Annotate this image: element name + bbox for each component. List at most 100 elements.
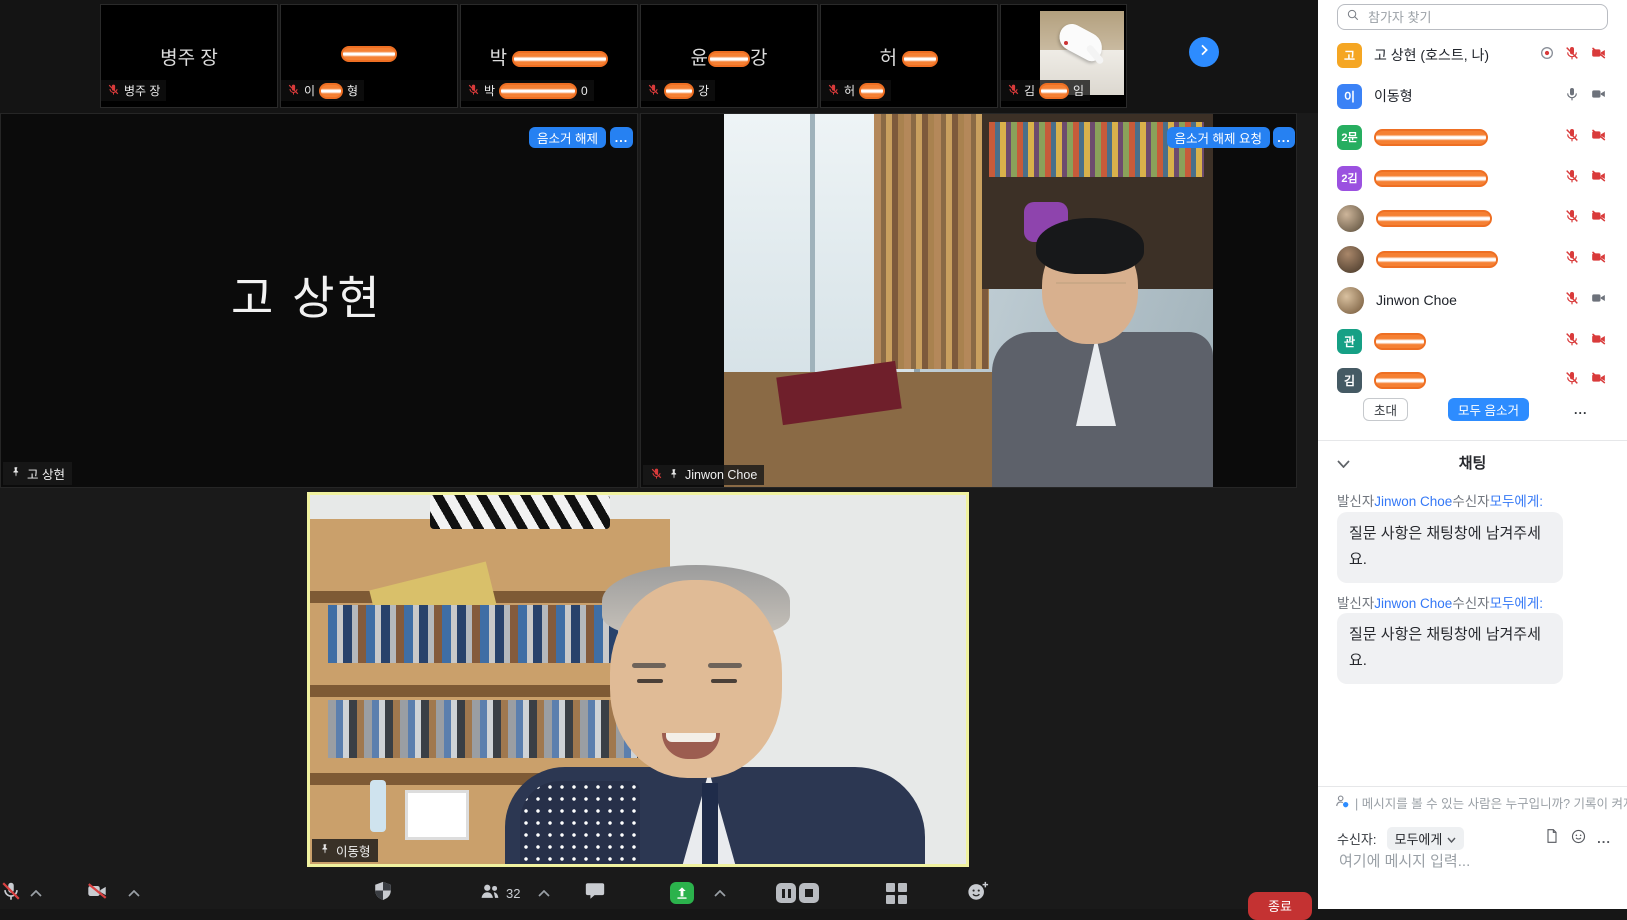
video-tile-jinwon[interactable]: 음소거 해제 요청 ... Jinwon Choe [640, 113, 1297, 488]
thumbnail-tile[interactable]: 박 박 0 [460, 4, 638, 108]
participant-row[interactable]: 이 이동형 [1337, 83, 1608, 109]
mic-options-caret[interactable] [30, 890, 42, 897]
chat-message-bubble: 질문 사항은 채팅창에 남겨주세요. [1337, 512, 1563, 583]
participants-count: 32 [506, 886, 520, 901]
chat-bubble-icon [584, 880, 606, 907]
recipient-label: 수신자: [1337, 829, 1377, 848]
participant-row[interactable]: 김 [1337, 367, 1608, 393]
participant-row[interactable]: 고 고 상현 (호스트, 나) [1337, 42, 1608, 68]
participant-name-label: 병주 장 [101, 80, 166, 101]
chat-button[interactable] [584, 880, 606, 907]
camera-off-icon [1589, 168, 1608, 189]
shield-icon [372, 880, 394, 907]
participant-row[interactable]: Jinwon Choe [1337, 287, 1608, 313]
redacted-name [1376, 210, 1492, 227]
share-options-caret[interactable] [714, 890, 726, 897]
pin-icon [319, 843, 331, 858]
participants-caret[interactable] [538, 890, 550, 897]
participants-button[interactable]: 32 [478, 880, 520, 907]
participants-icon [478, 880, 502, 907]
participant-row[interactable] [1337, 205, 1608, 231]
end-meeting-button[interactable]: 종료 [1248, 892, 1312, 920]
participant-name-label: 허 [821, 80, 891, 101]
reactions-button[interactable] [966, 880, 990, 907]
mic-off-icon [1564, 370, 1580, 391]
chat-message-bubble: 질문 사항은 채팅창에 남겨주세요. [1337, 613, 1563, 684]
camera-on-icon [1589, 86, 1608, 107]
video-tile-pinned-lee[interactable]: 이동형 [307, 492, 969, 867]
participant-row[interactable]: 2문 [1337, 124, 1608, 150]
avatar: 2문 [1337, 125, 1362, 150]
redacted-name [319, 83, 343, 99]
stop-recording-button[interactable] [799, 883, 819, 903]
chat-section-title: 채팅 [1318, 452, 1627, 473]
participant-name-label: 이동형 [312, 839, 378, 862]
file-attach-icon[interactable] [1544, 828, 1560, 849]
redacted-name [664, 83, 694, 99]
emoji-icon[interactable] [1570, 828, 1587, 850]
participants-more-button[interactable]: ... [1564, 398, 1597, 421]
thumbnail-strip: 병주 장 병주 장 이 형 박 박 0 [0, 0, 1318, 113]
video-feed-jinwon [724, 114, 1213, 487]
recipient-selector[interactable]: 모두에게 [1387, 827, 1465, 850]
video-tile-host[interactable]: 고 상현 음소거 해제 ... 고 상현 [0, 113, 638, 488]
video-feed-lee [310, 495, 966, 864]
camera-off-icon [1589, 45, 1608, 66]
participant-name-center: 박 [461, 43, 637, 70]
participant-name-text: 박 [484, 82, 495, 99]
unmute-button[interactable]: 음소거 해제 [529, 127, 606, 148]
camera-off-icon [1589, 208, 1608, 229]
pause-icon [776, 883, 796, 903]
participant-row[interactable]: 관 [1337, 328, 1608, 354]
chat-message-input[interactable] [1337, 852, 1617, 871]
search-input[interactable] [1366, 9, 1599, 26]
thumbnail-tile[interactable]: 병주 장 병주 장 [100, 4, 278, 108]
mute-toggle-button[interactable] [0, 880, 22, 907]
pause-recording-button[interactable] [776, 883, 796, 903]
mic-off-icon [1564, 208, 1580, 229]
meeting-toolbar: 32 [0, 877, 1318, 909]
compose-recipient-row: 수신자: 모두에게 ... [1337, 827, 1613, 850]
thumbnail-tile[interactable]: 김 임 [1000, 4, 1127, 108]
compose-more-button[interactable]: ... [1597, 831, 1611, 846]
next-page-button[interactable] [1189, 37, 1219, 67]
redacted-name [1376, 251, 1498, 268]
thumbnail-tile[interactable]: 이 형 [280, 4, 458, 108]
redacted-name [1374, 333, 1426, 350]
mute-all-button[interactable]: 모두 음소거 [1448, 398, 1529, 421]
chat-sender: Jinwon Choe [1374, 596, 1452, 611]
tile-more-button[interactable]: ... [1273, 127, 1295, 148]
participant-name-center: 병주 장 [101, 43, 277, 70]
camera-off-icon [1589, 331, 1608, 352]
video-options-caret[interactable] [128, 890, 140, 897]
mic-off-icon [1564, 249, 1580, 270]
thumbnail-tile[interactable]: 허 허 [820, 4, 998, 108]
participant-row[interactable] [1337, 246, 1608, 272]
participant-name-text: 0 [581, 84, 588, 98]
mic-off-icon [647, 83, 660, 99]
participant-name: 이동형 [1374, 86, 1413, 106]
avatar: 이 [1337, 84, 1362, 109]
camera-on-icon [1589, 290, 1608, 311]
chat-message-header: 발신자Jinwon Choe수신자모두에게: [1337, 592, 1543, 612]
participant-search[interactable] [1337, 4, 1608, 30]
mic-off-icon [107, 83, 120, 99]
mic-off-icon [650, 467, 663, 483]
share-screen-button[interactable] [670, 882, 694, 904]
participant-name-text: 김 [1024, 82, 1035, 99]
mic-on-icon [1564, 86, 1580, 107]
request-unmute-button[interactable]: 음소거 해제 요청 [1167, 127, 1270, 148]
thumbnail-tile[interactable]: 윤강 강 [640, 4, 818, 108]
invite-button[interactable]: 초대 [1363, 398, 1408, 421]
participant-name-text: 병주 장 [124, 82, 160, 99]
video-toggle-button[interactable] [84, 880, 110, 907]
meeting-stage: 병주 장 병주 장 이 형 박 박 0 [0, 0, 1318, 909]
side-panel: 고 고 상현 (호스트, 나) 이 이동형 2문 2김 [1318, 0, 1627, 909]
participant-name-text: 강 [698, 82, 709, 99]
participant-row[interactable]: 2김 [1337, 165, 1608, 191]
security-button[interactable] [372, 880, 394, 907]
tile-more-button[interactable]: ... [610, 127, 633, 148]
redacted-name [708, 51, 750, 67]
mic-off-icon [0, 880, 22, 907]
apps-button[interactable] [886, 883, 907, 904]
